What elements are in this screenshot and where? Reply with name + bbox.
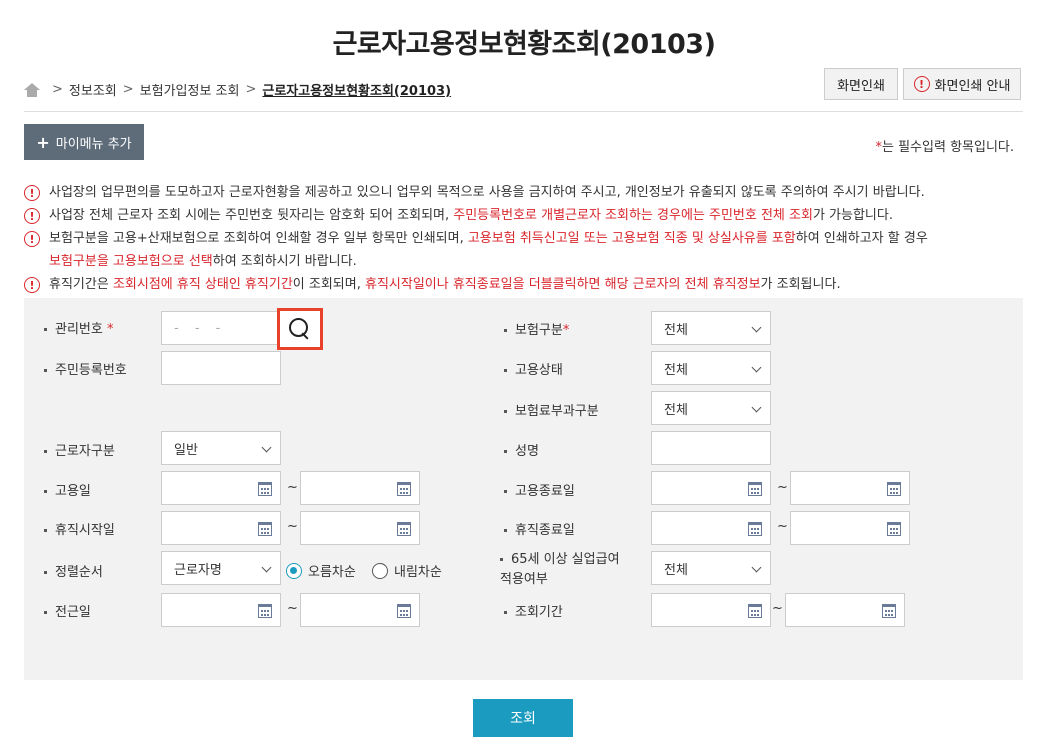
alert-icon: !	[24, 208, 40, 224]
notice-text: 사업장의 업무편의를 도모하고자 근로자현황을 제공하고 있으니 업무외 목적으…	[49, 185, 925, 200]
transfer-date-to[interactable]	[300, 593, 420, 627]
search-icon	[289, 318, 311, 340]
hire-date-from[interactable]	[161, 471, 281, 505]
range-tilde: ~	[772, 601, 783, 616]
print-button-label: 화면인쇄	[837, 78, 885, 94]
asc-radio[interactable]: 오름차순	[286, 561, 356, 580]
alert-icon: !	[24, 185, 40, 201]
calendar-icon[interactable]	[397, 522, 411, 536]
mgmt-no-input[interactable]: - - -	[161, 311, 279, 345]
leave-end-from[interactable]	[651, 511, 771, 545]
notice-text: 휴직기간은 조회시점에 휴직 상태인 휴직기간이 조회되며, 휴직시작일이나 휴…	[49, 277, 841, 292]
notice-text: 보험구분을 고용+산재보험으로 조회하여 인쇄할 경우 일부 항목만 인쇄되며,…	[49, 231, 928, 246]
notice-item: ! 보험구분을 고용+산재보험으로 조회하여 인쇄할 경우 일부 항목만 인쇄되며…	[24, 228, 1024, 250]
alert-icon: !	[24, 277, 40, 293]
calendar-icon[interactable]	[258, 482, 272, 496]
search-form: 관리번호 * - - - 주민등록번호 근로자구분 일반 고용일 ~ 휴직시작일…	[24, 298, 1023, 680]
hire-date-to[interactable]	[300, 471, 420, 505]
transfer-date-from[interactable]	[161, 593, 281, 627]
emp-status-label: 고용상태	[504, 359, 563, 378]
breadcrumb-separator: >	[245, 82, 257, 97]
calendar-icon[interactable]	[748, 522, 762, 536]
breadcrumb-separator: >	[52, 82, 63, 97]
mgmt-no-label: 관리번호 *	[44, 318, 113, 337]
query-period-from[interactable]	[651, 593, 771, 627]
required-note-text: 는 필수입력 항목입니다.	[882, 140, 1014, 155]
emp-end-from[interactable]	[651, 471, 771, 505]
breadcrumb: > 정보조회 > 보험가입정보 조회 > 근로자고용정보현황조회(20103)	[24, 80, 451, 99]
insurance-type-label: 보험구분*	[504, 319, 569, 338]
calendar-icon[interactable]	[882, 604, 896, 618]
premium-type-label: 보험료부과구분	[504, 400, 599, 419]
rrn-input[interactable]	[161, 351, 281, 385]
sort-label: 정렬순서	[44, 561, 103, 580]
calendar-icon[interactable]	[748, 482, 762, 496]
transfer-date-label: 전근일	[44, 601, 91, 620]
add-mymenu-label: 마이메뉴 추가	[55, 136, 132, 152]
print-guide-button[interactable]: ! 화면인쇄 안내	[903, 68, 1021, 100]
premium-type-select[interactable]: 전체	[651, 391, 771, 425]
search-submit-label: 조회	[510, 711, 536, 727]
notice-item: ! 휴직기간은 조회시점에 휴직 상태인 휴직기간이 조회되며, 휴직시작일이나 …	[24, 274, 1024, 296]
name-label: 성명	[504, 440, 539, 459]
emp-end-to[interactable]	[790, 471, 910, 505]
range-tilde: ~	[287, 519, 298, 534]
calendar-icon[interactable]	[748, 604, 762, 618]
notice-list: ! 사업장의 업무편의를 도모하고자 근로자현황을 제공하고 있으니 업무외 목적…	[24, 182, 1024, 297]
page-title: 근로자고용정보현황조회(20103)	[332, 29, 716, 60]
over65-label: 65세 이상 실업급여 적용여부	[500, 552, 620, 587]
calendar-icon[interactable]	[397, 604, 411, 618]
required-note: *는 필수입력 항목입니다.	[876, 136, 1015, 155]
leave-start-label: 휴직시작일	[44, 519, 115, 538]
worker-type-label: 근로자구분	[44, 440, 115, 459]
calendar-icon[interactable]	[258, 522, 272, 536]
desc-radio[interactable]: 내림차순	[372, 561, 442, 580]
emp-status-select[interactable]: 전체	[651, 351, 771, 385]
search-submit-button[interactable]: 조회	[473, 699, 573, 737]
alert-icon: !	[913, 76, 930, 92]
breadcrumb-item-info[interactable]: 정보조회	[69, 80, 117, 99]
leave-start-from[interactable]	[161, 511, 281, 545]
search-button[interactable]	[277, 308, 323, 350]
query-period-to[interactable]	[785, 593, 905, 627]
add-mymenu-button[interactable]: + 마이메뉴 추가	[24, 124, 144, 160]
range-tilde: ~	[287, 480, 298, 495]
over65-select[interactable]: 전체	[651, 551, 771, 585]
divider	[24, 111, 1023, 112]
home-icon[interactable]	[24, 82, 40, 97]
rrn-label: 주민등록번호	[44, 359, 127, 378]
breadcrumb-separator: >	[122, 82, 134, 97]
notice-item: ! 사업장 전체 근로자 조회 시에는 주민번호 뒷자리는 암호화 되어 조회되며…	[24, 205, 1024, 227]
print-guide-label: 화면인쇄 안내	[934, 78, 1011, 94]
query-period-label: 조회기간	[504, 601, 563, 620]
plus-icon: +	[36, 132, 50, 152]
calendar-icon[interactable]	[258, 604, 272, 618]
leave-end-label: 휴직종료일	[504, 519, 575, 538]
notice-item: ! 사업장의 업무편의를 도모하고자 근로자현황을 제공하고 있으니 업무외 목적…	[24, 182, 1024, 204]
alert-icon: !	[24, 231, 40, 247]
emp-end-label: 고용종료일	[504, 480, 575, 499]
name-input[interactable]	[651, 431, 771, 465]
notice-text: 보험구분을 고용보험으로 선택하여 조회하시기 바랍니다.	[49, 254, 357, 269]
sort-select[interactable]: 근로자명	[161, 551, 281, 585]
print-button[interactable]: 화면인쇄	[824, 68, 898, 100]
breadcrumb-item-insurance[interactable]: 보험가입정보 조회	[140, 80, 240, 99]
notice-item: !보험구분을 고용보험으로 선택하여 조회하시기 바랍니다.	[24, 251, 1024, 273]
notice-text: 사업장 전체 근로자 조회 시에는 주민번호 뒷자리는 암호화 되어 조회되며,…	[49, 208, 893, 223]
range-tilde: ~	[777, 480, 788, 495]
leave-end-to[interactable]	[790, 511, 910, 545]
worker-type-select[interactable]: 일반	[161, 431, 281, 465]
breadcrumb-current: 근로자고용정보현황조회(20103)	[262, 84, 452, 99]
range-tilde: ~	[287, 601, 298, 616]
leave-start-to[interactable]	[300, 511, 420, 545]
insurance-type-select[interactable]: 전체	[651, 311, 771, 345]
calendar-icon[interactable]	[887, 482, 901, 496]
calendar-icon[interactable]	[397, 482, 411, 496]
range-tilde: ~	[777, 519, 788, 534]
hire-date-label: 고용일	[44, 480, 91, 499]
calendar-icon[interactable]	[887, 522, 901, 536]
